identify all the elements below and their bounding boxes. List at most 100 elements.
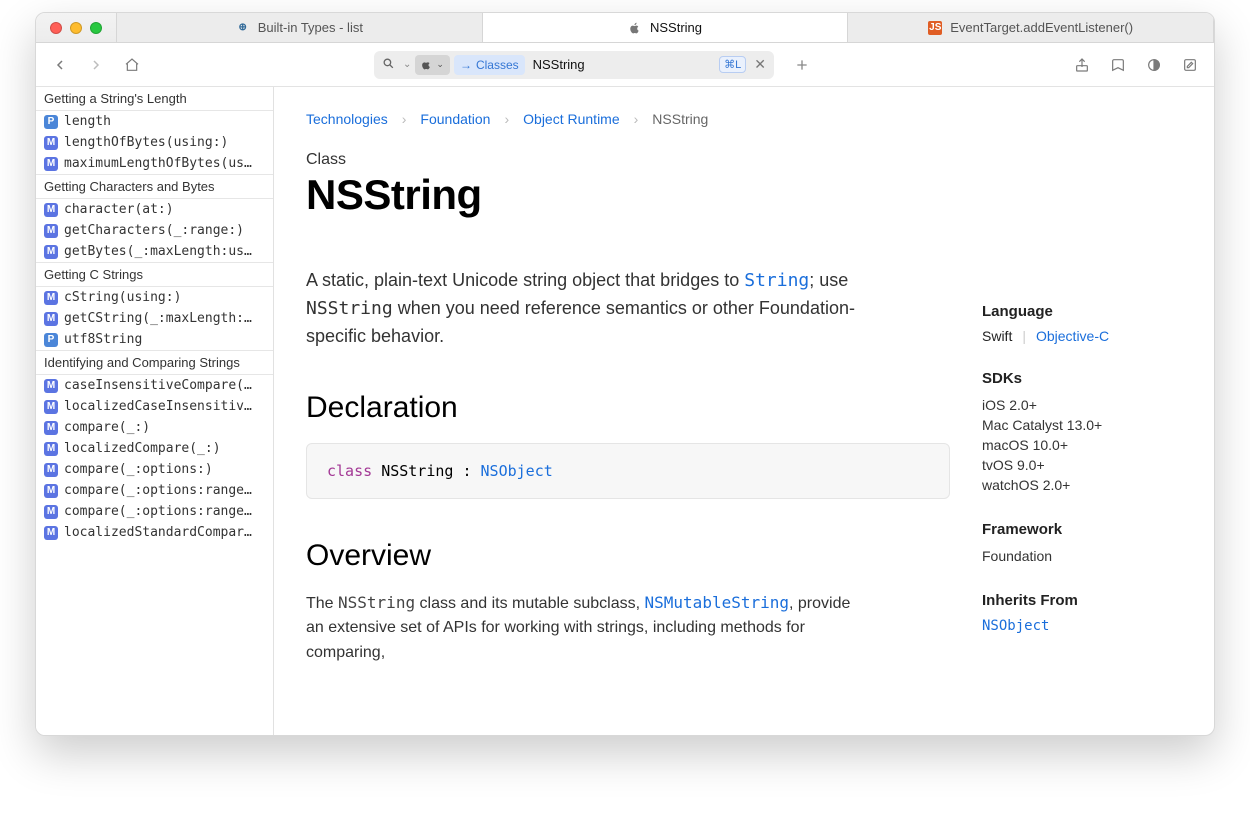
chevron-right-icon: › xyxy=(634,111,639,127)
aside-language-heading: Language xyxy=(982,303,1182,320)
crumb-technologies[interactable]: Technologies xyxy=(306,111,388,127)
method-badge-icon: M xyxy=(44,136,58,150)
framework-list: Foundation xyxy=(982,546,1182,566)
back-button[interactable] xyxy=(46,51,74,79)
sidebar-item-label: localizedCaseInsensitiv… xyxy=(64,399,252,414)
aside-inherits-heading: Inherits From xyxy=(982,592,1182,609)
summary-paragraph: A static, plain-text Unicode string obje… xyxy=(306,267,866,351)
sidebar-item[interactable]: Mcharacter(at:) xyxy=(36,199,273,220)
minimize-window-button[interactable] xyxy=(70,22,82,34)
nsobject-link[interactable]: NSObject xyxy=(481,462,553,480)
toolbar: ⌄ ⌄ → Classes NSString ⌘L ✕ xyxy=(36,43,1214,87)
crumb-object-runtime[interactable]: Object Runtime xyxy=(523,111,619,127)
method-badge-icon: M xyxy=(44,224,58,238)
tab-mdn[interactable]: JS EventTarget.addEventListener() xyxy=(848,13,1214,42)
edit-button[interactable] xyxy=(1176,51,1204,79)
sidebar-section-title: Identifying and Comparing Strings xyxy=(36,350,273,375)
sidebar-item[interactable]: MlocalizedCompare(_:) xyxy=(36,438,273,459)
method-badge-icon: M xyxy=(44,291,58,305)
app-window: ⊕ Built-in Types - list NSString JS Even… xyxy=(35,12,1215,736)
method-badge-icon: M xyxy=(44,400,58,414)
bookmarks-button[interactable] xyxy=(1104,51,1132,79)
method-badge-icon: M xyxy=(44,421,58,435)
sidebar-section-title: Getting Characters and Bytes xyxy=(36,174,273,199)
chevron-right-icon: › xyxy=(504,111,509,127)
sidebar-item[interactable]: McaseInsensitiveCompare(… xyxy=(36,375,273,396)
tab-python[interactable]: ⊕ Built-in Types - list xyxy=(116,13,483,42)
sidebar-item-label: caseInsensitiveCompare(… xyxy=(64,378,252,393)
pill-label: Classes xyxy=(476,58,519,72)
sidebar-item[interactable]: MmaximumLengthOfBytes(us… xyxy=(36,153,273,174)
tab-label: NSString xyxy=(650,20,702,35)
sidebar[interactable]: Getting a String's LengthPlengthMlengthO… xyxy=(36,87,274,735)
breadcrumb: Technologies › Foundation › Object Runti… xyxy=(306,111,950,127)
sidebar-item[interactable]: Plength xyxy=(36,111,273,132)
sidebar-item-label: cString(using:) xyxy=(64,290,181,305)
appearance-button[interactable] xyxy=(1140,51,1168,79)
crumb-foundation[interactable]: Foundation xyxy=(420,111,490,127)
crumb-current: NSString xyxy=(652,111,708,127)
apple-icon xyxy=(628,21,642,35)
js-icon: JS xyxy=(928,21,942,35)
sidebar-item[interactable]: MgetBytes(_:maxLength:us… xyxy=(36,241,273,262)
sidebar-item[interactable]: Mcompare(_:) xyxy=(36,417,273,438)
zoom-window-button[interactable] xyxy=(90,22,102,34)
tab-strip: ⊕ Built-in Types - list NSString JS Even… xyxy=(116,13,1214,42)
lang-objc-link[interactable]: Objective-C xyxy=(1036,328,1109,344)
sidebar-item[interactable]: MlocalizedCaseInsensitiv… xyxy=(36,396,273,417)
titlebar: ⊕ Built-in Types - list NSString JS Even… xyxy=(36,13,1214,43)
share-button[interactable] xyxy=(1068,51,1096,79)
sidebar-item-label: localizedCompare(_:) xyxy=(64,441,221,456)
inherits-nsobject-link[interactable]: NSObject xyxy=(982,618,1049,634)
overview-paragraph: The NSString class and its mutable subcl… xyxy=(306,591,866,666)
classes-pill[interactable]: → Classes xyxy=(454,55,525,75)
toolbar-right xyxy=(1068,51,1204,79)
sidebar-item-label: lengthOfBytes(using:) xyxy=(64,135,228,150)
tab-nsstring[interactable]: NSString xyxy=(483,13,849,42)
sidebar-item[interactable]: McString(using:) xyxy=(36,287,273,308)
url-bar[interactable]: ⌄ ⌄ → Classes NSString ⌘L ✕ xyxy=(374,51,774,79)
page-title: NSString xyxy=(306,171,950,219)
python-icon: ⊕ xyxy=(236,21,250,35)
method-badge-icon: M xyxy=(44,312,58,326)
clear-url-button[interactable]: ✕ xyxy=(750,56,770,73)
sidebar-item[interactable]: MgetCString(_:maxLength:… xyxy=(36,308,273,329)
forward-button[interactable] xyxy=(82,51,110,79)
sidebar-item[interactable]: Mcompare(_:options:) xyxy=(36,459,273,480)
property-badge-icon: P xyxy=(44,333,58,347)
sidebar-item[interactable]: Putf8String xyxy=(36,329,273,350)
search-icon xyxy=(378,57,399,73)
eyebrow-label: Class xyxy=(306,151,950,169)
method-badge-icon: M xyxy=(44,484,58,498)
sidebar-item-label: utf8String xyxy=(64,332,142,347)
sidebar-item-label: character(at:) xyxy=(64,202,174,217)
property-badge-icon: P xyxy=(44,115,58,129)
new-tab-button[interactable] xyxy=(788,51,816,79)
lang-swift-current: Swift xyxy=(982,328,1012,344)
sidebar-item-label: compare(_:options:range… xyxy=(64,504,252,519)
sidebar-item-label: compare(_:) xyxy=(64,420,150,435)
method-badge-icon: M xyxy=(44,203,58,217)
close-window-button[interactable] xyxy=(50,22,62,34)
tab-label: EventTarget.addEventListener() xyxy=(950,20,1133,35)
sidebar-item[interactable]: Mcompare(_:options:range… xyxy=(36,480,273,501)
content-area: Technologies › Foundation › Object Runti… xyxy=(274,87,1214,735)
sidebar-item-label: localizedStandardCompar… xyxy=(64,525,252,540)
sidebar-item[interactable]: MlocalizedStandardCompar… xyxy=(36,522,273,543)
urlbar-shortcut: ⌘L xyxy=(719,56,746,73)
aside-framework-heading: Framework xyxy=(982,521,1182,538)
nsmutablestring-link[interactable]: NSMutableString xyxy=(645,593,790,612)
section-overview: Overview xyxy=(306,539,950,573)
sidebar-item[interactable]: Mcompare(_:options:range… xyxy=(36,501,273,522)
method-badge-icon: M xyxy=(44,157,58,171)
sdk-item: tvOS 9.0+ xyxy=(982,455,1182,475)
string-type-link[interactable]: String xyxy=(744,270,809,290)
sidebar-item-label: maximumLengthOfBytes(us… xyxy=(64,156,252,171)
sidebar-item[interactable]: MlengthOfBytes(using:) xyxy=(36,132,273,153)
urlbar-title: NSString xyxy=(529,57,585,72)
aside-sdks-heading: SDKs xyxy=(982,370,1182,387)
platform-pill[interactable]: ⌄ xyxy=(415,55,450,75)
home-button[interactable] xyxy=(118,51,146,79)
sidebar-item[interactable]: MgetCharacters(_:range:) xyxy=(36,220,273,241)
sidebar-item-label: compare(_:options:) xyxy=(64,462,213,477)
